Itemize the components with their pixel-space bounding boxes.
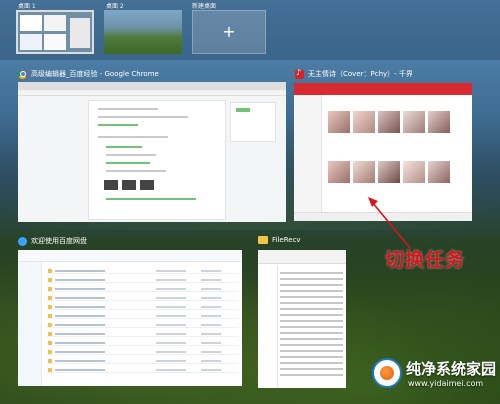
desktop-1-label: 桌面 1 <box>18 3 36 10</box>
window-chrome-preview[interactable] <box>18 82 286 222</box>
virtual-desktops-bar: 桌面 1 桌面 2 新建桌面 + <box>0 0 500 60</box>
window-explorer-title[interactable]: FileRecv <box>258 236 301 244</box>
window-netdisk-title-text: 欢迎使用百度网盘 <box>31 237 87 245</box>
desktop-2-label: 桌面 2 <box>106 3 124 10</box>
annotation-text: 切换任务 <box>385 249 466 271</box>
folder-icon <box>258 236 268 244</box>
window-netdisk-title[interactable]: 欢迎使用百度网盘 <box>18 236 87 246</box>
new-desktop-label: 新建桌面 <box>192 3 217 10</box>
window-music-title-text: 无主情诗（Cover：Pchy）- 千界 <box>308 70 413 78</box>
desktop-2-thumbnail[interactable] <box>104 10 182 54</box>
window-explorer-title-text: FileRecv <box>272 236 301 244</box>
window-chrome-title[interactable]: 高级编辑器_百度经验 - Google Chrome <box>18 69 159 79</box>
window-chrome-title-text: 高级编辑器_百度经验 - Google Chrome <box>31 70 159 78</box>
baidu-netdisk-icon <box>18 236 27 246</box>
window-netdisk-preview[interactable] <box>18 250 242 386</box>
window-music-title[interactable]: 无主情诗（Cover：Pchy）- 千界 <box>295 68 413 79</box>
desktop-1-thumbnail[interactable] <box>16 10 94 54</box>
watermark-title: 纯净系统家园 <box>406 360 497 378</box>
netease-music-icon <box>295 68 304 79</box>
plus-icon: + <box>222 22 236 41</box>
window-explorer-preview[interactable] <box>258 250 346 388</box>
window-music-preview[interactable] <box>294 83 472 221</box>
watermark: 纯净系统家园 www.yidaimei.com <box>372 356 498 402</box>
chrome-icon <box>18 69 27 79</box>
watermark-url: www.yidaimei.com <box>408 379 484 388</box>
watermark-logo-icon <box>372 358 402 388</box>
new-desktop-button[interactable]: + <box>192 10 266 54</box>
